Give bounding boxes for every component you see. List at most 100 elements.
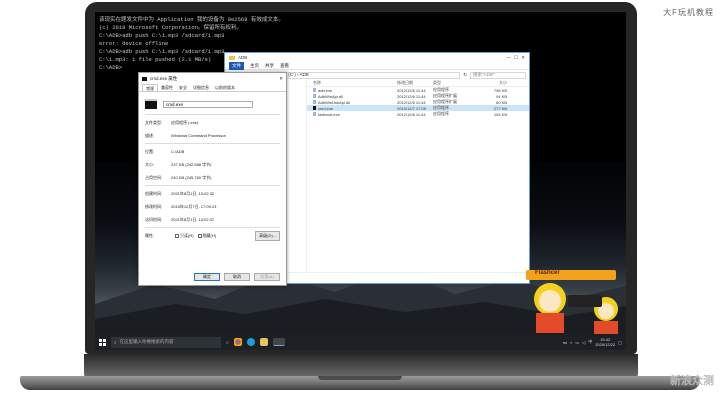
- attributes-row: 属性: 只读(R) 隐藏(H) 高级(D)...: [145, 231, 280, 241]
- tab-security[interactable]: 安全: [176, 84, 190, 91]
- prop-value: 2021年8月1日, 13:02:37: [171, 216, 215, 222]
- prop-key: 大小:: [145, 161, 155, 167]
- apply-button[interactable]: 应用(A): [254, 273, 280, 281]
- column-size[interactable]: 大小: [477, 80, 507, 86]
- file-list-header: 名称 修改日期 类型 大小: [307, 80, 529, 87]
- tab-compatibility[interactable]: 兼容性: [158, 84, 176, 91]
- divider: [145, 227, 280, 228]
- search-input[interactable]: 搜索"ADB": [470, 71, 526, 79]
- prop-key: 占用空间:: [145, 174, 163, 180]
- explorer-title: ADB: [238, 55, 248, 60]
- taskbar-search[interactable]: ⌕ 在这里输入你要搜索的内容: [111, 336, 221, 348]
- properties-dialog[interactable]: cmd.exe 属性 ✕ 常规 兼容性 安全 详细信息 以前的版本 cmd.ex…: [138, 72, 287, 286]
- cmd-line: 该现实在题发文件中为 Application 我的设备为 0e2568 有效成文…: [99, 16, 284, 23]
- tab-share[interactable]: 共享: [265, 63, 274, 69]
- dialog-titlebar: cmd.exe 属性 ✕: [139, 73, 286, 84]
- file-date: 2012/12/6 11:44: [397, 111, 426, 117]
- divider: [145, 143, 280, 144]
- prop-key: 创建时间:: [145, 190, 163, 196]
- chrome-icon[interactable]: [233, 338, 242, 346]
- refresh-icon[interactable]: ↻: [463, 72, 467, 78]
- file-size: 277 KB: [493, 105, 507, 111]
- file-row[interactable]: AdbWinApi.dll 2012/12/6 11:44 应用程序扩展 94 …: [307, 93, 529, 99]
- tab-view[interactable]: 查看: [280, 63, 289, 69]
- readonly-checkbox[interactable]: 只读(R): [175, 233, 194, 239]
- column-date[interactable]: 修改日期: [397, 80, 433, 86]
- attributes-label: 属性:: [145, 233, 155, 238]
- prop-row: 大小: 237 KB (242,688 字节): [145, 160, 280, 169]
- file-date: 2012/12/6 11:44: [397, 99, 426, 105]
- cmd-taskbar-icon[interactable]: [272, 338, 285, 346]
- close-icon[interactable]: ✕: [279, 76, 283, 82]
- name-row: cmd.exe: [145, 97, 280, 111]
- close-icon[interactable]: ✕: [521, 55, 525, 61]
- prop-row: 描述: Windows Command Processor: [145, 131, 280, 140]
- taskbar-search-placeholder: 在这里输入你要搜索的内容: [119, 339, 174, 344]
- edge-icon[interactable]: [246, 338, 255, 346]
- file-explorer-icon[interactable]: [259, 338, 268, 346]
- clock-date: 2020/12/22: [595, 342, 616, 347]
- ok-button[interactable]: 确定: [194, 273, 220, 281]
- file-row-selected[interactable]: cmd.exe 2019/12/7 17:09 应用程序 277 KB: [307, 105, 529, 111]
- prop-key: 访问时间:: [145, 216, 163, 222]
- cmd-line: error: device offline: [99, 40, 169, 47]
- tab-details[interactable]: 详细信息: [190, 84, 212, 91]
- file-name: cmd.exe: [318, 105, 334, 111]
- file-name: fastboot.exe: [318, 111, 340, 117]
- ribbon-tabs: 文件 主页 共享 查看: [225, 61, 529, 70]
- tab-home[interactable]: 主页: [250, 63, 259, 69]
- tab-file[interactable]: 文件: [229, 61, 244, 70]
- mascot-sticker: [526, 270, 618, 334]
- cmd-line: (c) 2019 Microsoft Corporation。保留所有权利。: [99, 24, 243, 31]
- file-list: 名称 修改日期 类型 大小 adb.exe 2012/12/6 11:44 应用…: [307, 80, 529, 272]
- brand-watermark: 大F玩机教程: [663, 8, 714, 17]
- column-name[interactable]: 名称: [307, 80, 397, 86]
- file-name-field[interactable]: cmd.exe: [163, 100, 253, 108]
- dialog-content: cmd.exe 文件类型: 应用程序 (.exe) 描述: Windows Comm…: [139, 92, 286, 246]
- divider: [145, 185, 280, 186]
- prop-row: 访问时间: 2021年8月1日, 13:02:37: [145, 215, 280, 224]
- divider: [145, 114, 280, 115]
- ime-indicator[interactable]: 中: [588, 339, 592, 345]
- file-size: 796 KB: [493, 87, 507, 93]
- minimize-icon[interactable]: —: [507, 55, 512, 60]
- file-date: 2012/12/6 11:44: [397, 87, 426, 93]
- mi-icon[interactable]: mi: [563, 340, 567, 345]
- start-icon[interactable]: [99, 338, 106, 346]
- folder-icon: [229, 55, 235, 60]
- file-row[interactable]: adb.exe 2012/12/6 11:44 应用程序 796 KB: [307, 87, 529, 93]
- search-icon: ⌕: [114, 339, 117, 345]
- chevron-up-icon[interactable]: ˄: [570, 340, 572, 345]
- dialog-tabs: 常规 兼容性 安全 详细信息 以前的版本: [139, 84, 286, 92]
- exe-file-icon: [313, 112, 316, 117]
- tab-previous-versions[interactable]: 以前的版本: [212, 84, 238, 91]
- mascot-label: Flashcer: [535, 270, 560, 276]
- dll-file-icon: [313, 100, 316, 105]
- cmd-line: C:\ADB>adb push C:\1.mp3 /sdcard/1.mp3: [99, 32, 225, 39]
- task-view-icon[interactable]: ○: [226, 340, 229, 345]
- dialog-buttons: 确定 取消 应用(A): [194, 273, 280, 281]
- prop-row: 占用空间: 240 KB (245,760 字节): [145, 173, 280, 182]
- file-size: 154 KB: [493, 111, 507, 117]
- file-name: AdbWinApi.dll: [318, 93, 343, 99]
- clock[interactable]: 15:42 2020/12/22: [595, 337, 615, 347]
- file-row[interactable]: AdbWinUsbApi.dll 2012/12/6 11:44 应用程序扩展 …: [307, 99, 529, 105]
- advanced-button[interactable]: 高级(D)...: [255, 231, 280, 241]
- tab-general[interactable]: 常规: [142, 84, 158, 91]
- file-row[interactable]: fastboot.exe 2012/12/6 11:44 应用程序 154 KB: [307, 111, 529, 117]
- cmd-file-icon: [313, 106, 316, 111]
- site-watermark: 新浪众测: [670, 375, 714, 387]
- prop-value: 2019年12月7日, 17:09:23: [171, 203, 217, 209]
- volume-icon[interactable]: ◁: [582, 340, 585, 345]
- column-type[interactable]: 类型: [433, 80, 477, 86]
- hidden-checkbox[interactable]: 隐藏(H): [197, 233, 216, 239]
- maximize-icon[interactable]: ☐: [514, 55, 518, 61]
- file-date: 2012/12/6 11:44: [397, 93, 426, 99]
- dialog-title: cmd.exe 属性: [150, 75, 178, 81]
- network-icon[interactable]: ▭: [575, 340, 579, 345]
- notification-icon[interactable]: ▢: [618, 340, 622, 345]
- cancel-button[interactable]: 取消: [224, 273, 250, 281]
- taskbar: ⌕ 在这里输入你要搜索的内容 ○ mi ˄ ▭ ◁ 中 15:42 2020/1…: [95, 334, 626, 350]
- screen: 该现实在题发文件中为 Application 我的设备为 0e2568 有效成文…: [95, 12, 626, 350]
- cmd-large-icon: [145, 99, 157, 109]
